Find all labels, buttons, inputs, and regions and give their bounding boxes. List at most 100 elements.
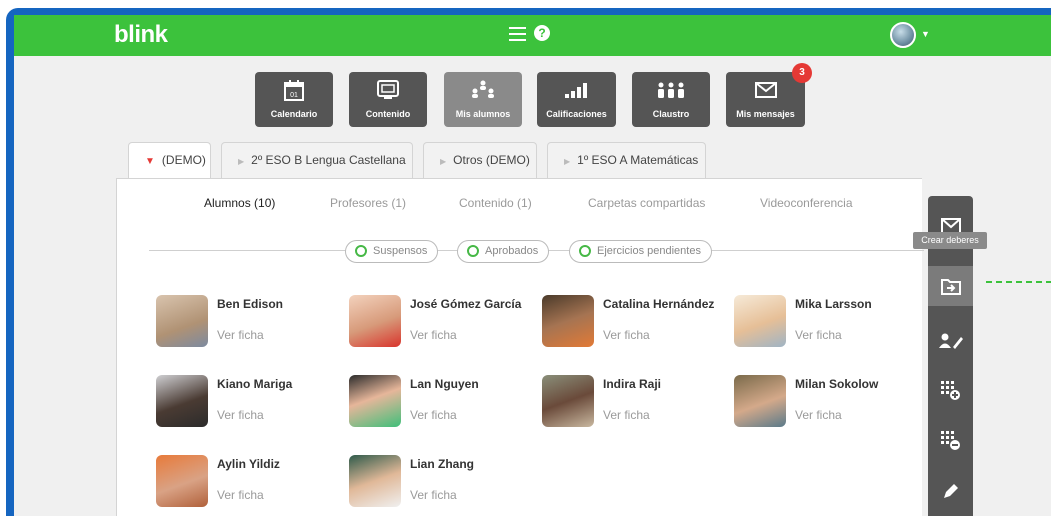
nav-label: Claustro — [652, 109, 690, 119]
student-card[interactable]: José Gómez García Ver ficha — [349, 295, 539, 355]
student-name[interactable]: Indira Raji — [603, 377, 731, 391]
nav-claustro[interactable]: Claustro — [632, 72, 710, 127]
student-name[interactable]: Lian Zhang — [410, 457, 538, 471]
staff-icon — [658, 82, 684, 98]
student-photo[interactable] — [734, 295, 786, 347]
top-bar: blink ? ▼ — [14, 15, 1051, 56]
subtab-videoconferencia[interactable]: Videoconferencia — [760, 196, 853, 210]
create-homework-action[interactable] — [928, 266, 973, 306]
caret-right-icon: ▶ — [564, 157, 571, 166]
tab-otros-demo[interactable]: ▶ Otros (DEMO) — [423, 142, 537, 178]
tab-1eso-matematicas[interactable]: ▶ 1º ESO A Matemáticas — [547, 142, 706, 178]
mail-icon — [754, 82, 777, 98]
student-name[interactable]: José Gómez García — [410, 297, 538, 311]
tab-label: (DEMO) — [161, 153, 206, 167]
student-card[interactable]: Aylin Yildiz Ver ficha — [156, 455, 346, 515]
help-icon[interactable]: ? — [534, 25, 550, 41]
student-card[interactable]: Lan Nguyen Ver ficha — [349, 375, 539, 435]
student-photo[interactable] — [156, 375, 208, 427]
calendar-icon: 01 — [284, 80, 304, 101]
nav-calificaciones[interactable]: Calificaciones — [537, 72, 616, 127]
ver-ficha-link[interactable]: Ver ficha — [603, 408, 650, 422]
student-photo[interactable] — [349, 375, 401, 427]
ver-ficha-link[interactable]: Ver ficha — [410, 328, 457, 342]
pencil-icon — [943, 484, 958, 498]
nav-label: Calificaciones — [546, 109, 607, 119]
tab-demo[interactable]: ▼ (DEMO) — [128, 142, 211, 179]
grades-icon — [564, 83, 587, 98]
app-window: blink ? ▼ 01 Calendario Contenido Mis al… — [14, 15, 1051, 516]
tab-label: 1º ESO A Matemáticas — [577, 153, 699, 167]
ver-ficha-link[interactable]: Ver ficha — [795, 408, 842, 422]
student-photo[interactable] — [542, 375, 594, 427]
student-card[interactable]: Kiano Mariga Ver ficha — [156, 375, 346, 435]
ver-ficha-link[interactable]: Ver ficha — [795, 328, 842, 342]
caret-right-icon: ▶ — [238, 157, 245, 166]
student-card[interactable]: Lian Zhang Ver ficha — [349, 455, 539, 515]
subtab-contenido[interactable]: Contenido (1) — [459, 196, 532, 210]
caret-right-icon: ▶ — [440, 157, 447, 166]
nav-contenido[interactable]: Contenido — [349, 72, 427, 127]
ver-ficha-link[interactable]: Ver ficha — [603, 328, 650, 342]
student-name[interactable]: Lan Nguyen — [410, 377, 538, 391]
student-card[interactable]: Ben Edison Ver ficha — [156, 295, 346, 355]
add-to-group-action[interactable] — [928, 371, 973, 411]
unread-badge: 3 — [792, 63, 812, 83]
student-name[interactable]: Kiano Mariga — [217, 377, 345, 391]
grid-add-icon — [940, 381, 960, 400]
assign-homework-icon — [940, 279, 961, 295]
student-photo[interactable] — [349, 455, 401, 507]
tooltip: Crear deberes — [913, 232, 987, 249]
nav-label: Calendario — [270, 109, 318, 119]
student-card[interactable]: Catalina Hernández Ver ficha — [542, 295, 732, 355]
student-card[interactable]: Mika Larsson Ver ficha — [734, 295, 924, 355]
student-name[interactable]: Aylin Yildiz — [217, 457, 345, 471]
edit-action[interactable] — [928, 471, 973, 511]
filter-label: Ejercicios pendientes — [597, 245, 701, 257]
blink-logo[interactable]: blink — [114, 21, 168, 49]
menu-icon[interactable] — [509, 27, 526, 41]
content-icon — [377, 80, 399, 99]
student-name[interactable]: Mika Larsson — [795, 297, 923, 311]
ver-ficha-link[interactable]: Ver ficha — [217, 408, 264, 422]
ver-ficha-link[interactable]: Ver ficha — [217, 488, 264, 502]
dashed-connector — [986, 281, 1051, 283]
student-card[interactable]: Milan Sokolow Ver ficha — [734, 375, 924, 435]
remove-from-group-action[interactable] — [928, 421, 973, 461]
subtab-alumnos[interactable]: Alumnos (10) — [204, 196, 275, 210]
student-photo[interactable] — [349, 295, 401, 347]
edit-student-action[interactable] — [928, 321, 973, 361]
caret-down-icon: ▼ — [145, 156, 155, 167]
student-card[interactable]: Indira Raji Ver ficha — [542, 375, 732, 435]
filter-aprobados[interactable]: Aprobados — [457, 240, 550, 263]
student-photo[interactable] — [156, 455, 208, 507]
ver-ficha-link[interactable]: Ver ficha — [410, 408, 457, 422]
student-photo[interactable] — [542, 295, 594, 347]
student-photo[interactable] — [734, 375, 786, 427]
filter-label: Aprobados — [485, 245, 539, 257]
radio-icon — [579, 245, 591, 257]
user-avatar[interactable] — [890, 22, 916, 48]
student-name[interactable]: Milan Sokolow — [795, 377, 923, 391]
nav-label: Mis mensajes — [736, 109, 795, 119]
student-name[interactable]: Ben Edison — [217, 297, 345, 311]
nav-mis-alumnos[interactable]: Mis alumnos — [444, 72, 522, 127]
nav-label: Mis alumnos — [455, 109, 511, 119]
nav-mis-mensajes[interactable]: Mis mensajes 3 — [726, 63, 812, 127]
ver-ficha-link[interactable]: Ver ficha — [410, 488, 457, 502]
tab-label: Otros (DEMO) — [453, 153, 530, 167]
subtab-carpetas[interactable]: Carpetas compartidas — [588, 196, 705, 210]
filter-label: Suspensos — [373, 245, 428, 257]
student-photo[interactable] — [156, 295, 208, 347]
subtab-profesores[interactable]: Profesores (1) — [330, 196, 406, 210]
tab-2eso-lengua[interactable]: ▶ 2º ESO B Lengua Castellana — [221, 142, 413, 178]
nav-calendario[interactable]: 01 Calendario — [255, 72, 333, 127]
student-name[interactable]: Catalina Hernández — [603, 297, 731, 311]
ver-ficha-link[interactable]: Ver ficha — [217, 328, 264, 342]
calendar-day: 01 — [290, 92, 298, 99]
chevron-down-icon[interactable]: ▼ — [921, 29, 930, 39]
tab-label: 2º ESO B Lengua Castellana — [251, 153, 406, 167]
filter-suspensos[interactable]: Suspensos — [345, 240, 439, 263]
radio-icon — [467, 245, 479, 257]
filter-ejercicios-pendientes[interactable]: Ejercicios pendientes — [569, 240, 712, 263]
